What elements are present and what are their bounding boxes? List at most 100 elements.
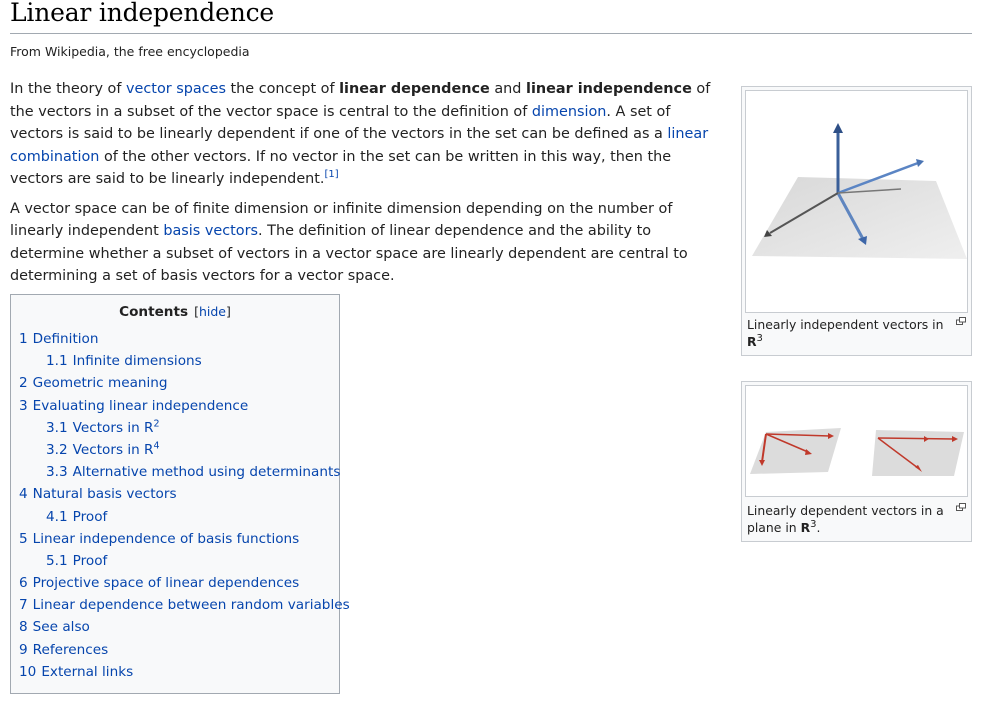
toc-link[interactable]: 5.1 Proof — [46, 553, 107, 569]
toc-label: Projective space of linear dependences — [32, 575, 300, 592]
toc-label: Vectors in R — [72, 441, 154, 458]
toc-item[interactable]: 7 Linear dependence between random variab… — [19, 595, 350, 617]
toc-item[interactable]: 5.1 Proof — [19, 551, 350, 573]
toc-link[interactable]: 5 Linear independence of basis functions — [19, 531, 299, 547]
toc-label: Alternative method using determinants — [72, 464, 341, 481]
link-basis-vectors[interactable]: basis vectors — [163, 223, 258, 239]
toc-link[interactable]: 6 Projective space of linear dependences — [19, 575, 299, 591]
toc-header: Contents [hide] — [11, 304, 339, 324]
toc-number: 10 — [19, 663, 37, 680]
toc-number: 1.1 — [46, 353, 68, 370]
caption-bold: R — [800, 520, 811, 535]
toc-number: 9 — [19, 641, 28, 658]
article-body: In the theory of vector spaces the conce… — [10, 78, 726, 295]
toc-number: 7 — [19, 597, 28, 614]
link-vector-spaces[interactable]: vector spaces — [126, 81, 226, 97]
toc-item[interactable]: 3.1 Vectors in R2 — [19, 418, 350, 440]
toc-link[interactable]: 3.2 Vectors in R4 — [46, 440, 160, 458]
toc-link[interactable]: 4 Natural basis vectors — [19, 486, 177, 502]
toc-item[interactable]: 5 Linear independence of basis functions — [19, 529, 350, 551]
toc-label: Evaluating linear independence — [32, 397, 249, 414]
toc-label: Proof — [72, 508, 108, 525]
caption-text: Linearly independent vectors in — [747, 317, 944, 332]
toc-number: 4 — [19, 486, 28, 503]
toc-item[interactable]: 6 Projective space of linear dependences — [19, 573, 350, 595]
toc-label: External links — [41, 663, 134, 680]
toc-label: Linear dependence between random variabl… — [32, 597, 350, 614]
term-linear-independence: linear independence — [526, 81, 692, 97]
toc-item[interactable]: 4.1 Proof — [19, 507, 350, 529]
toc-item[interactable]: 4 Natural basis vectors — [19, 484, 350, 506]
toc-item[interactable]: 3 Evaluating linear independence — [19, 396, 350, 418]
caption-text: Linearly dependent vectors in a plane in — [747, 503, 944, 535]
caption-sup: 3 — [756, 332, 763, 344]
figure-dependent-vectors: Linearly dependent vectors in a plane in… — [741, 381, 972, 542]
text: of the other vectors. If no vector in th… — [10, 148, 672, 188]
toc-number: 4.1 — [46, 508, 68, 525]
toc-link[interactable]: 1.1 Infinite dimensions — [46, 353, 202, 369]
toc-label: Infinite dimensions — [72, 353, 202, 370]
toc-link[interactable]: 1 Definition — [19, 331, 98, 347]
term-linear-dependence: linear dependence — [339, 81, 490, 97]
dependent-vectors-illustration — [750, 428, 964, 476]
intro-paragraph-1: In the theory of vector spaces the conce… — [10, 78, 726, 191]
page-title: Linear independence — [10, 0, 274, 27]
toc-item[interactable]: 2 Geometric meaning — [19, 373, 350, 395]
toc-item[interactable]: 3.3 Alternative method using determinants — [19, 462, 350, 484]
toc-label: Geometric meaning — [32, 375, 168, 392]
toc-link[interactable]: 9 References — [19, 642, 108, 658]
toc-label: See also — [32, 619, 90, 636]
toc-link[interactable]: 10 External links — [19, 664, 133, 680]
reference-1-link[interactable]: [1] — [325, 169, 339, 180]
toc-link[interactable]: 3 Evaluating linear independence — [19, 398, 248, 414]
toc-label: Definition — [32, 331, 99, 347]
figure-image[interactable] — [745, 385, 968, 497]
toc-number: 2 — [19, 375, 28, 392]
toc-number: 3.1 — [46, 419, 68, 436]
bracket: ] — [226, 304, 231, 319]
toc-list: 1 Definition 1.1 Infinite dimensions 2 Geomet… — [19, 329, 350, 684]
link-dimension[interactable]: dimension — [532, 104, 607, 120]
toc-item[interactable]: 8 See also — [19, 617, 350, 639]
toc-label: Natural basis vectors — [32, 486, 177, 503]
toc-item[interactable]: 3.2 Vectors in R4 — [19, 440, 350, 462]
toc-link[interactable]: 3.1 Vectors in R2 — [46, 418, 160, 436]
enlarge-icon[interactable] — [956, 503, 966, 511]
red-vector — [877, 437, 955, 440]
figure-caption: Linearly dependent vectors in a plane in… — [747, 502, 947, 536]
figure-image[interactable] — [745, 90, 968, 313]
toc-link[interactable]: 4.1 Proof — [46, 509, 107, 525]
toc-link[interactable]: 2 Geometric meaning — [19, 375, 168, 391]
toc-number: 3.3 — [46, 464, 68, 481]
arrowhead — [916, 159, 924, 167]
figure-caption: Linearly independent vectors in R3 — [747, 316, 947, 350]
site-tagline: From Wikipedia, the free encyclopedia — [10, 44, 250, 59]
toc-link[interactable]: 7 Linear dependence between random variab… — [19, 597, 350, 613]
toc-number: 6 — [19, 575, 28, 592]
figure-independent-vectors: Linearly independent vectors in R3 — [741, 86, 972, 356]
toc-label-sup: 2 — [153, 418, 160, 430]
toc-item[interactable]: 10 External links — [19, 662, 350, 684]
toc-item[interactable]: 1.1 Infinite dimensions — [19, 351, 350, 373]
toc-label-sup: 4 — [153, 440, 160, 452]
caption-end: . — [816, 520, 821, 535]
text: and — [489, 81, 527, 97]
toc-number: 8 — [19, 619, 28, 636]
caption-bold: R — [747, 334, 757, 349]
toc-label: References — [32, 641, 109, 658]
toc-item[interactable]: 9 References — [19, 640, 350, 662]
toc-number: 5.1 — [46, 552, 68, 569]
toc-number: 1 — [19, 331, 28, 347]
toc-link[interactable]: 3.3 Alternative method using determinants — [46, 464, 340, 480]
toc-number: 5 — [19, 530, 28, 547]
toc-label: Vectors in R — [72, 419, 154, 436]
toc-label: Proof — [72, 552, 108, 569]
toc-number: 3 — [19, 397, 28, 414]
text: In the theory of — [10, 81, 127, 97]
enlarge-icon[interactable] — [956, 317, 966, 325]
wiki-article-page: Linear independence From Wikipedia, the … — [0, 0, 992, 710]
toc-item[interactable]: 1 Definition — [19, 329, 350, 351]
toc-hide-link[interactable]: hide — [199, 304, 226, 319]
plane-shape — [752, 177, 967, 259]
toc-link[interactable]: 8 See also — [19, 619, 90, 635]
